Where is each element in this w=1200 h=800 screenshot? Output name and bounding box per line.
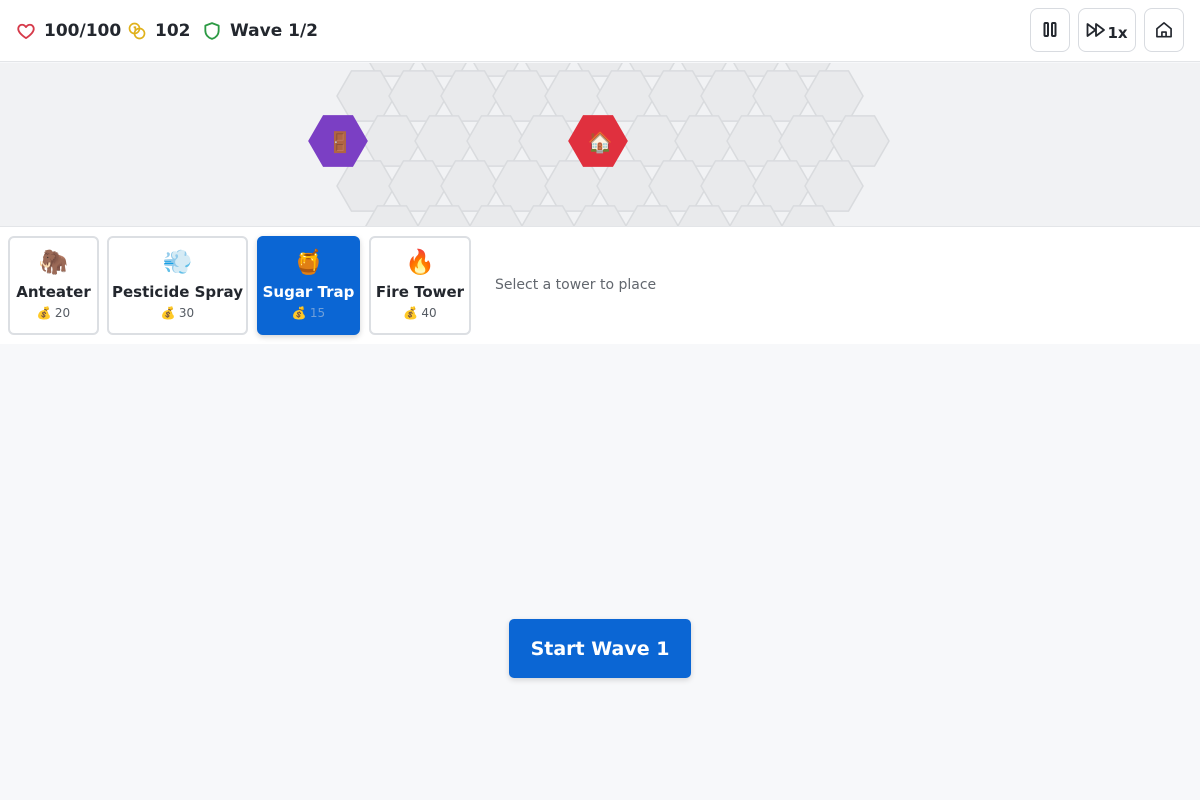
home-button[interactable] [1144, 8, 1184, 52]
money-bag-icon: 💰 [36, 306, 52, 320]
pause-icon [1042, 21, 1058, 39]
tower-card-anteater[interactable]: 🦣 Anteater 💰 20 [8, 236, 99, 335]
board-tile[interactable] [440, 70, 500, 122]
board-tile[interactable] [830, 115, 890, 167]
gold-value: 102 [155, 21, 191, 41]
board-tile[interactable] [726, 115, 786, 167]
tower-name: Fire Tower [375, 283, 465, 301]
tower-card-sugar-trap[interactable]: 🍯 Sugar Trap 💰 15 [257, 236, 360, 335]
board-tile[interactable] [414, 115, 474, 167]
board-tile[interactable] [700, 70, 760, 122]
home-icon [1154, 20, 1174, 40]
dash-icon: 💨 [162, 248, 193, 276]
money-bag-icon: 💰 [291, 306, 307, 320]
top-bar: 100/100 102 Wave 1/2 1x [0, 0, 1200, 62]
shop-hint: Select a tower to place [495, 277, 657, 293]
tower-name: Anteater [16, 283, 91, 301]
tower-name: Sugar Trap [262, 283, 355, 301]
board-tile[interactable] [752, 160, 812, 212]
honey-pot-icon: 🍯 [293, 248, 324, 276]
tower-cost: 💰 20 [37, 306, 70, 320]
board-tile[interactable] [648, 160, 708, 212]
fast-forward-icon [1086, 21, 1106, 39]
board-tile[interactable] [596, 70, 656, 122]
board-tile[interactable] [622, 115, 682, 167]
tower-shop: 🦣 Anteater 💰 20 💨 Pesticide Spray 💰 30 🍯 S… [0, 227, 1200, 344]
board-tile[interactable] [492, 160, 552, 212]
house-icon: 🏠 [588, 130, 613, 154]
game-board[interactable]: 🚪 🏠 [0, 63, 1200, 226]
tower-cost-value: 30 [178, 306, 195, 320]
board-tile[interactable] [674, 115, 734, 167]
board-tile[interactable] [752, 70, 812, 122]
board-tile[interactable] [804, 160, 864, 212]
board-tile[interactable] [700, 160, 760, 212]
tower-card-pesticide-spray[interactable]: 💨 Pesticide Spray 💰 30 [107, 236, 248, 335]
heart-icon [16, 21, 36, 41]
shield-icon [202, 21, 222, 41]
tower-cost: 💰 30 [161, 306, 194, 320]
speed-label: 1x [1107, 23, 1128, 42]
start-wave-button[interactable]: Start Wave 1 [509, 619, 691, 678]
money-bag-icon: 💰 [160, 306, 176, 320]
health-value: 100/100 [44, 21, 122, 41]
speed-button[interactable]: 1x [1078, 8, 1136, 52]
tower-name: Pesticide Spray [112, 283, 243, 301]
board-tile[interactable] [336, 70, 396, 122]
board-tile[interactable] [544, 70, 604, 122]
tower-cost-value: 15 [309, 306, 326, 320]
hex-grid[interactable]: 🚪 🏠 [0, 63, 1200, 226]
tower-cost: 💰 40 [403, 306, 436, 320]
wave-stat: Wave 1/2 [202, 19, 318, 43]
coins-icon [127, 21, 147, 41]
board-tile[interactable] [466, 115, 526, 167]
gold-stat: 102 [127, 19, 191, 43]
tower-cost: 💰 15 [292, 306, 325, 320]
board-tile[interactable] [544, 160, 604, 212]
board-tile[interactable] [804, 70, 864, 122]
tower-card-fire-tower[interactable]: 🔥 Fire Tower 💰 40 [369, 236, 471, 335]
board-tile[interactable] [388, 160, 448, 212]
tower-cost-value: 40 [421, 306, 437, 320]
board-tile[interactable] [336, 160, 396, 212]
door-icon: 🚪 [328, 130, 353, 154]
health-stat: 100/100 [16, 19, 121, 43]
fire-icon: 🔥 [405, 248, 435, 276]
tower-cost-value: 20 [54, 306, 71, 320]
board-tile[interactable] [388, 70, 448, 122]
board-tile[interactable] [362, 115, 422, 167]
pause-button[interactable] [1030, 8, 1070, 52]
mammoth-icon: 🦣 [38, 248, 69, 276]
board-tile[interactable] [440, 160, 500, 212]
board-tile[interactable] [492, 70, 552, 122]
money-bag-icon: 💰 [403, 306, 419, 320]
board-tile[interactable] [648, 70, 708, 122]
board-tile[interactable] [778, 115, 838, 167]
board-tile[interactable] [596, 160, 656, 212]
wave-value: Wave 1/2 [230, 21, 319, 41]
